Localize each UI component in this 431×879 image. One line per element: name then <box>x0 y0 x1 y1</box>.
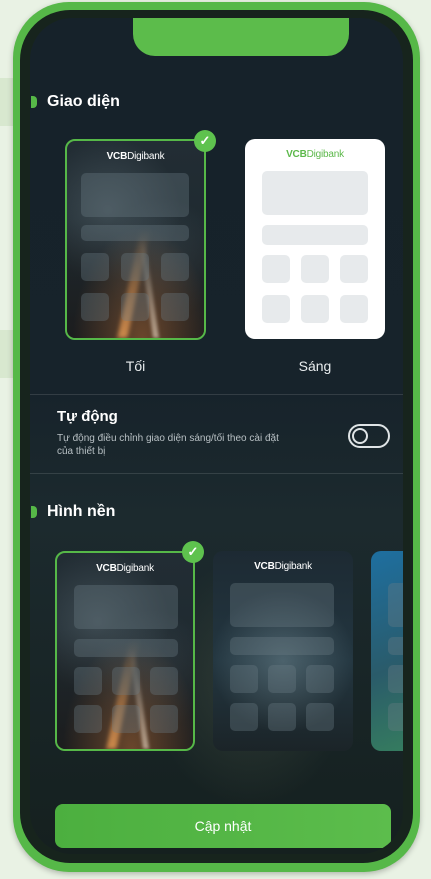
phone-bezel: Giao diện VCBDigibank ✓ Tối VCBDigibank … <box>20 10 413 863</box>
placeholder-block <box>388 637 403 655</box>
selected-check-icon: ✓ <box>182 541 204 563</box>
placeholder-tile <box>121 293 149 321</box>
placeholder-tile <box>161 293 189 321</box>
placeholder-tile <box>340 295 368 323</box>
placeholder-tile <box>268 665 296 693</box>
placeholder-tile <box>81 253 109 281</box>
wallpaper-section-title: Hình nền <box>31 503 116 521</box>
placeholder-tile <box>306 665 334 693</box>
theme-option-light[interactable]: VCBDigibank <box>245 139 385 339</box>
placeholder-tile <box>301 255 329 283</box>
toggle-knob <box>352 428 368 444</box>
placeholder-tile <box>388 703 403 731</box>
placeholder-tile <box>262 255 290 283</box>
appearance-section-title: Giao diện <box>31 93 120 111</box>
phone-frame: Giao diện VCBDigibank ✓ Tối VCBDigibank … <box>13 2 420 872</box>
placeholder-tile <box>150 705 178 733</box>
placeholder-tile <box>161 253 189 281</box>
theme-label-light: Sáng <box>298 358 332 374</box>
placeholder-tile <box>74 667 102 695</box>
placeholder-tile <box>74 705 102 733</box>
placeholder-tile <box>81 293 109 321</box>
vcb-digibank-logo: VCBDigibank <box>106 151 165 162</box>
auto-mode-title: Tự động <box>57 408 118 425</box>
placeholder-block <box>388 583 403 627</box>
appearance-title-text: Giao diện <box>47 93 120 110</box>
divider <box>30 394 403 395</box>
placeholder-tile <box>230 703 258 731</box>
placeholder-tile <box>112 705 140 733</box>
auto-mode-toggle[interactable] <box>348 424 390 448</box>
vcb-digibank-logo: VCBDigibank <box>286 149 344 160</box>
theme-label-dark: Tối <box>125 358 146 374</box>
phone-notch <box>133 18 349 56</box>
section-marker-icon <box>31 96 37 108</box>
wallpaper-option-blue[interactable] <box>371 551 403 751</box>
placeholder-tile <box>150 667 178 695</box>
wallpaper-option-road[interactable]: VCBDigibank <box>55 551 195 751</box>
placeholder-block <box>81 173 189 217</box>
placeholder-block <box>230 583 334 627</box>
divider <box>30 473 403 474</box>
vcb-digibank-logo: VCBDigibank <box>254 561 312 572</box>
placeholder-block <box>74 639 178 657</box>
placeholder-tile <box>112 667 140 695</box>
placeholder-tile <box>301 295 329 323</box>
placeholder-block <box>81 225 189 241</box>
placeholder-block <box>262 225 368 245</box>
auto-mode-description: Tự động điều chỉnh giao diện sáng/tối th… <box>57 433 279 457</box>
placeholder-tile <box>230 665 258 693</box>
placeholder-block <box>230 637 334 655</box>
wallpaper-option-sparkle[interactable]: VCBDigibank <box>213 551 353 751</box>
vcb-digibank-logo: VCBDigibank <box>96 563 154 574</box>
update-button[interactable]: Cập nhật <box>55 804 391 848</box>
placeholder-tile <box>262 295 290 323</box>
placeholder-block <box>74 585 178 629</box>
placeholder-tile <box>268 703 296 731</box>
placeholder-tile <box>121 253 149 281</box>
selected-check-icon: ✓ <box>194 130 216 152</box>
section-marker-icon <box>31 506 37 518</box>
app-screen: Giao diện VCBDigibank ✓ Tối VCBDigibank … <box>30 18 403 854</box>
placeholder-tile <box>306 703 334 731</box>
theme-option-dark[interactable]: VCBDigibank <box>65 139 206 340</box>
placeholder-block <box>262 171 368 215</box>
wallpaper-title-text: Hình nền <box>47 503 116 520</box>
placeholder-tile <box>388 665 403 693</box>
placeholder-tile <box>340 255 368 283</box>
